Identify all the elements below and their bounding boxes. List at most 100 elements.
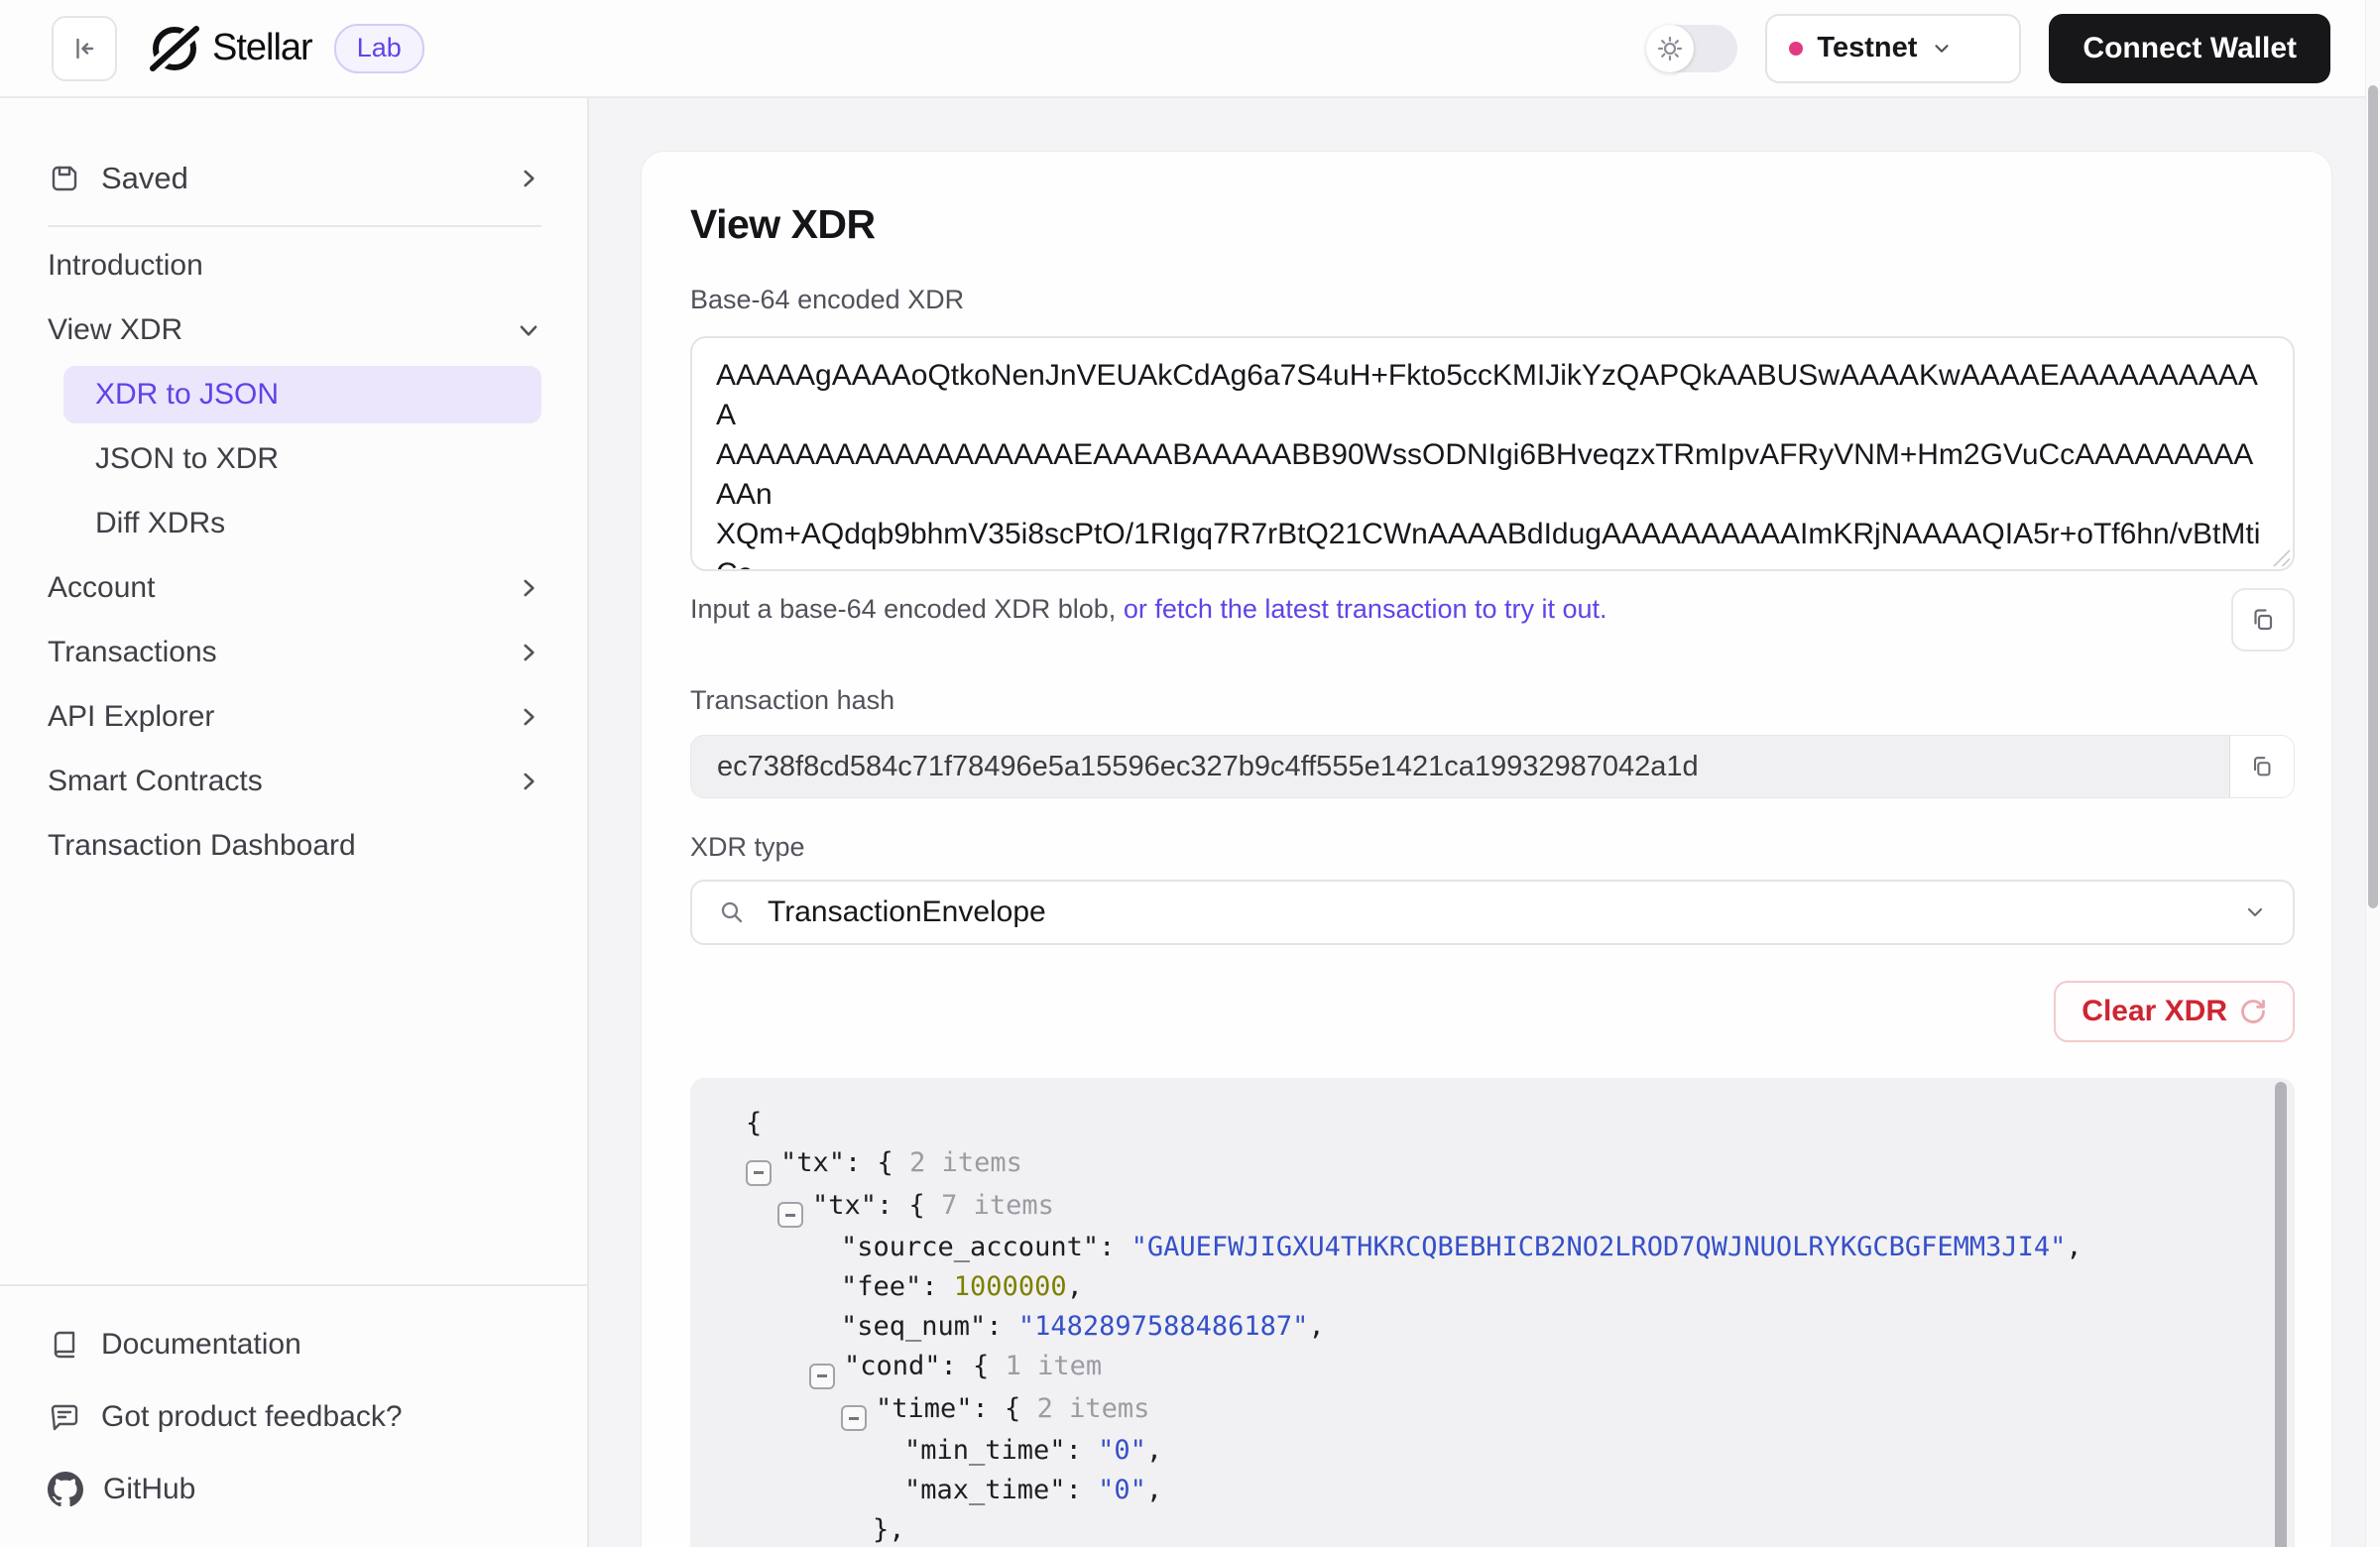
json-line: },: [718, 1510, 2295, 1547]
sun-icon: [1656, 35, 1684, 62]
sidebar-item-label: JSON to XDR: [95, 442, 279, 476]
sidebar-item-label: Transactions: [48, 636, 217, 669]
json-punctuation: ,: [1146, 1435, 1162, 1466]
json-line: "max_time": "0",: [718, 1471, 2295, 1510]
copy-xdr-button[interactable]: [2231, 588, 2295, 652]
sidebar-item-transactions[interactable]: Transactions: [0, 620, 587, 684]
tx-hash-label: Transaction hash: [690, 685, 894, 716]
chevron-right-icon: [516, 166, 541, 191]
copy-hash-button[interactable]: [2229, 736, 2294, 797]
collapse-sidebar-button[interactable]: [52, 16, 117, 81]
sidebar-footer-item-github[interactable]: GitHub: [0, 1453, 587, 1525]
json-line: "cond": { 1 item: [718, 1347, 2295, 1389]
sidebar-item-smart-contracts[interactable]: Smart Contracts: [0, 749, 587, 813]
sidebar-item-label: XDR to JSON: [95, 378, 279, 412]
chevron-right-icon: [516, 769, 541, 794]
collapse-node-icon[interactable]: [809, 1364, 835, 1389]
json-items-count: 2 items: [893, 1147, 1022, 1178]
copy-icon: [2249, 754, 2275, 779]
sidebar-item-label: Smart Contracts: [48, 765, 263, 798]
network-select[interactable]: Testnet: [1765, 14, 2021, 83]
collapse-node-icon[interactable]: [746, 1160, 772, 1186]
chevron-down-icon: [2243, 900, 2267, 924]
copy-icon: [2249, 606, 2277, 634]
json-punctuation: : {: [877, 1190, 925, 1221]
collapse-node-icon[interactable]: [841, 1405, 867, 1431]
top-header: Stellar Lab Testnet Connect Wallet: [0, 0, 2380, 98]
xdr-textarea[interactable]: [690, 336, 2295, 571]
json-items-count: 1 item: [989, 1351, 1102, 1381]
json-key: "cond": [844, 1351, 941, 1381]
sidebar-item-view-xdr[interactable]: View XDR: [0, 298, 587, 362]
chevron-down-icon: [1931, 38, 1953, 60]
tx-hash-input[interactable]: [691, 736, 2229, 797]
json-punctuation: ,: [2066, 1232, 2082, 1262]
chevron-right-icon: [516, 575, 541, 601]
json-punctuation: :: [1066, 1475, 1099, 1505]
json-items-count: 2 items: [1020, 1393, 1149, 1424]
sidebar-item-introduction[interactable]: Introduction: [0, 233, 587, 298]
sidebar-item-label: Account: [48, 571, 155, 605]
github-icon: [48, 1472, 83, 1507]
sidebar: Saved Introduction View XDR XDR to JSON JSO…: [0, 98, 589, 1547]
search-icon: [718, 898, 746, 926]
sidebar-item-api-explorer[interactable]: API Explorer: [0, 684, 587, 749]
sidebar-item-label: Diff XDRs: [95, 507, 225, 540]
lab-badge: Lab: [334, 24, 424, 73]
sidebar-item-transaction-dashboard[interactable]: Transaction Dashboard: [0, 813, 587, 878]
xdr-hint-text: Input a base-64 encoded XDR blob,: [690, 594, 1124, 624]
json-line: "fee": 1000000,: [718, 1267, 2295, 1307]
json-line: "source_account": "GAUEFWJIGXU4THKRCQBEB…: [718, 1228, 2295, 1267]
sidebar-footer-item-got-product-feedback-[interactable]: Got product feedback?: [0, 1380, 587, 1453]
json-viewer: {"tx": { 2 items"tx": { 7 items"source_a…: [690, 1078, 2295, 1547]
stellar-logo-icon: [149, 23, 200, 74]
json-punctuation: :: [986, 1311, 1018, 1342]
clear-xdr-button[interactable]: Clear XDR: [2054, 981, 2295, 1042]
save-icon: [48, 162, 81, 195]
connect-wallet-button[interactable]: Connect Wallet: [2049, 14, 2330, 83]
page-scrollbar-track[interactable]: [2365, 0, 2380, 1547]
sidebar-item-json-to-xdr[interactable]: JSON to XDR: [63, 430, 541, 488]
json-line: "seq_num": "1482897588486187",: [718, 1307, 2295, 1347]
fetch-latest-transaction-link[interactable]: or fetch the latest transaction to try i…: [1124, 594, 1607, 624]
network-name: Testnet: [1817, 32, 1917, 64]
page-scrollbar-thumb[interactable]: [2368, 85, 2378, 908]
json-scrollbar-thumb[interactable]: [2275, 1082, 2287, 1547]
sidebar-item-xdr-to-json[interactable]: XDR to JSON: [63, 366, 541, 423]
sidebar-item-saved[interactable]: Saved: [0, 144, 587, 213]
json-punctuation: },: [873, 1514, 905, 1545]
json-lines: {"tx": { 2 items"tx": { 7 items"source_a…: [718, 1104, 2295, 1547]
theme-toggle[interactable]: [1646, 25, 1737, 72]
sidebar-item-label: View XDR: [48, 313, 182, 347]
json-key: "max_time": [904, 1475, 1066, 1505]
collapse-node-icon[interactable]: [777, 1202, 803, 1228]
stellar-logo[interactable]: Stellar: [149, 23, 312, 74]
chevron-right-icon: [516, 704, 541, 730]
json-key: "source_account": [841, 1232, 1099, 1262]
collapse-sidebar-icon: [69, 34, 99, 63]
sidebar-item-label: API Explorer: [48, 700, 214, 734]
xdr-type-select[interactable]: TransactionEnvelope: [690, 880, 2295, 945]
sidebar-footer-label: Got product feedback?: [101, 1400, 403, 1434]
json-punctuation: {: [746, 1108, 762, 1138]
sidebar-divider: [48, 225, 541, 227]
sidebar-nav: Introduction View XDR XDR to JSON JSON to X…: [0, 233, 587, 878]
json-punctuation: :: [921, 1271, 954, 1302]
json-punctuation: :: [1099, 1232, 1131, 1262]
json-punctuation: : {: [941, 1351, 990, 1381]
json-string-value: "GAUEFWJIGXU4THKRCQBEBHICB2NO2LROD7QWJNU…: [1131, 1232, 2067, 1262]
json-line: {: [718, 1104, 2295, 1143]
sidebar-item-account[interactable]: Account: [0, 555, 587, 620]
feedback-icon: [48, 1400, 81, 1434]
json-punctuation: ,: [1308, 1311, 1324, 1342]
json-punctuation: ,: [1146, 1475, 1162, 1505]
json-key: "tx": [780, 1147, 845, 1178]
sidebar-footer-label: Documentation: [101, 1328, 301, 1362]
book-icon: [48, 1328, 81, 1362]
json-number-value: 1000000: [954, 1271, 1067, 1302]
json-key: "seq_num": [841, 1311, 986, 1342]
chevron-down-icon: [516, 317, 541, 343]
sidebar-item-diff-xdrs[interactable]: Diff XDRs: [63, 495, 541, 552]
sidebar-footer-item-documentation[interactable]: Documentation: [0, 1308, 587, 1380]
xdr-input-label: Base-64 encoded XDR: [690, 285, 964, 315]
